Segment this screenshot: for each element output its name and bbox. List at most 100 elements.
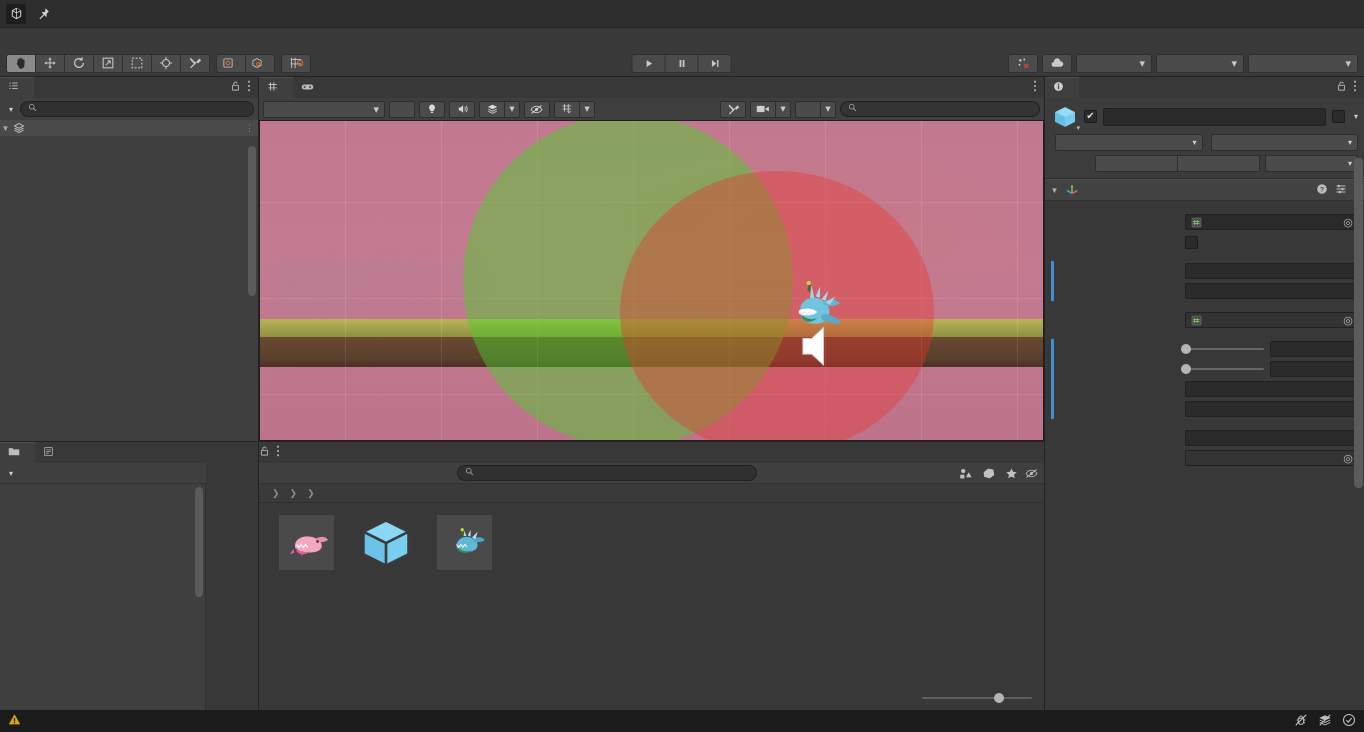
project-create-button[interactable]: ▾	[4, 469, 16, 478]
tab-hierarchy[interactable]	[0, 77, 34, 98]
hierarchy-scene-root[interactable]: ▼ ⋮	[0, 120, 258, 136]
audio-source-gizmo-icon[interactable]	[797, 319, 836, 374]
slider-knob[interactable]	[1181, 364, 1191, 374]
tab-scene[interactable]	[259, 77, 293, 98]
menu-assets[interactable]	[38, 36, 54, 42]
time-before-target-input[interactable]	[1185, 401, 1358, 417]
speed-input[interactable]	[1185, 263, 1358, 279]
object-name-input[interactable]	[1103, 107, 1326, 126]
menu-kit-tools[interactable]	[102, 36, 118, 42]
layer-dropdown[interactable]: ▾	[1210, 134, 1358, 151]
project-hidden-toggle[interactable]	[1025, 465, 1040, 482]
account-dropdown[interactable]: ▾	[1076, 53, 1152, 73]
cloud-icon[interactable]	[1042, 53, 1072, 73]
pause-button[interactable]	[664, 53, 699, 73]
hierarchy-scroll-thumb[interactable]	[248, 146, 256, 296]
scene-lighting-icon[interactable]	[419, 100, 445, 118]
menu-help[interactable]	[150, 36, 166, 42]
preset-icon[interactable]	[1335, 183, 1347, 198]
scene-audio-icon[interactable]	[449, 100, 475, 118]
layers-dropdown[interactable]: ▾	[1156, 53, 1244, 73]
view-distance-input[interactable]	[1185, 381, 1358, 397]
maximize-button[interactable]	[1304, 2, 1330, 26]
tab-game[interactable]	[293, 77, 329, 98]
hierarchy-create-button[interactable]: ▾	[4, 105, 16, 114]
menu-window[interactable]	[134, 36, 150, 42]
scene-effects-dropdown[interactable]: ▾	[504, 100, 520, 118]
scale-tool-button[interactable]	[93, 53, 123, 73]
projectile-prefab-field[interactable]: ◎	[1185, 312, 1358, 328]
static-checkbox[interactable]	[1331, 110, 1345, 123]
layout-dropdown[interactable]: ▾	[1248, 53, 1358, 73]
lock-icon[interactable]	[1336, 80, 1347, 95]
view-fov-input[interactable]	[1270, 361, 1358, 377]
melee-range-input[interactable]	[1185, 430, 1358, 446]
scene-gizmos-dropdown[interactable]: ▾	[820, 100, 836, 118]
scene-draw-mode-dropdown[interactable]: ▾	[263, 100, 385, 118]
pivot-mode-button[interactable]	[216, 53, 246, 73]
project-tree-scroll-thumb[interactable]	[195, 487, 203, 597]
view-direction-input[interactable]	[1270, 341, 1358, 357]
pin-icon[interactable]	[34, 5, 52, 23]
object-active-checkbox[interactable]: ✔	[1084, 110, 1097, 123]
scene-camera-dropdown[interactable]: ▾	[775, 100, 791, 118]
prefab-overrides-dropdown[interactable]: ▾	[1265, 155, 1358, 172]
minimize-button[interactable]	[1276, 2, 1302, 26]
object-picker-icon[interactable]: ◎	[1341, 314, 1355, 327]
script-object-field[interactable]: ◎	[1185, 214, 1358, 230]
scene-effects-icon[interactable]	[479, 100, 505, 118]
gravity-input[interactable]	[1185, 283, 1358, 299]
collab-icon[interactable]	[1008, 53, 1038, 73]
play-button[interactable]	[631, 53, 666, 73]
bug-off-icon[interactable]	[1294, 713, 1308, 730]
tab-console[interactable]	[35, 442, 69, 463]
menu-component[interactable]	[70, 36, 86, 42]
pivot-rotation-button[interactable]	[245, 53, 275, 73]
asset-item-enemyspawner[interactable]	[348, 515, 423, 574]
close-button[interactable]	[1332, 2, 1358, 26]
tag-dropdown[interactable]: ▾	[1055, 134, 1203, 151]
menu-cinemachine[interactable]	[86, 36, 102, 42]
inspector-menu-icon[interactable]	[1353, 80, 1357, 95]
scene-gizmos-button[interactable]	[795, 100, 821, 118]
asset-item-chomper[interactable]	[269, 515, 344, 574]
scene-grid-dropdown[interactable]: ▾	[579, 100, 595, 118]
view-fov-slider[interactable]	[1181, 362, 1264, 376]
inspector-scroll-thumb[interactable]	[1354, 158, 1363, 488]
hierarchy-scrollbar[interactable]	[248, 138, 256, 425]
scene-grid-icon[interactable]	[554, 100, 580, 118]
component-header-transform[interactable]: ▼ ?	[1045, 179, 1364, 201]
project-search-input[interactable]	[456, 465, 757, 481]
lock-icon[interactable]	[230, 80, 241, 95]
asset-zoom-slider[interactable]	[922, 692, 1032, 704]
move-tool-button[interactable]	[35, 53, 65, 73]
scene-hidden-objects-toggle[interactable]	[524, 100, 550, 118]
project-folder-tree[interactable]	[0, 484, 206, 710]
object-picker-icon[interactable]: ◎	[1341, 452, 1355, 465]
hierarchy-tree[interactable]: ▼ ⋮	[0, 120, 258, 441]
scene-menu-icon[interactable]	[1033, 80, 1037, 95]
scene-camera-icon[interactable]	[750, 100, 776, 118]
chevron-down-icon[interactable]: ▼	[0, 124, 11, 133]
help-icon[interactable]: ?	[1316, 183, 1328, 198]
melee-damager-field[interactable]: ◎	[1185, 450, 1358, 466]
prefab-open-button[interactable]	[1095, 155, 1178, 172]
grid-snap-icon[interactable]	[281, 53, 311, 73]
favorites-star-icon[interactable]	[1002, 465, 1021, 482]
filter-by-label-icon[interactable]	[979, 465, 998, 482]
slider-knob[interactable]	[1181, 344, 1191, 354]
lock-icon[interactable]	[259, 445, 270, 460]
menu-gameobject[interactable]	[54, 36, 70, 42]
menu-file[interactable]	[6, 36, 22, 42]
menu-edit[interactable]	[22, 36, 38, 42]
tab-inspector[interactable]	[1045, 77, 1079, 98]
step-button[interactable]	[697, 53, 732, 73]
menu-tutorial[interactable]	[118, 36, 134, 42]
hierarchy-search-input[interactable]	[20, 101, 254, 117]
tab-project[interactable]	[0, 442, 35, 463]
object-picker-icon[interactable]: ◎	[1341, 216, 1355, 229]
inspector-scrollbar[interactable]	[1354, 100, 1363, 708]
asset-item-spitter[interactable]	[427, 515, 502, 574]
project-menu-icon[interactable]	[276, 445, 280, 460]
scene-viewport[interactable]	[259, 120, 1044, 441]
